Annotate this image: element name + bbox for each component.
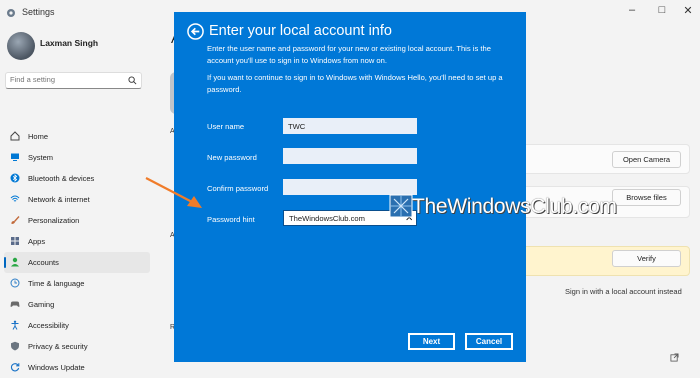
settings-window: Settings – □ ✕ Laxman Singh Home System Bl… <box>0 0 700 375</box>
sidebar-item-privacy-security[interactable]: Privacy & security <box>4 336 150 357</box>
gamepad-icon <box>10 301 20 307</box>
sidebar-item-network-internet[interactable]: Network & internet <box>4 189 150 210</box>
new-password-label: New password <box>207 153 257 162</box>
shield-icon <box>11 341 19 351</box>
bluetooth-icon <box>10 173 20 183</box>
sidebar-item-apps[interactable]: Apps <box>4 231 150 252</box>
sidebar-item-bluetooth-devices[interactable]: Bluetooth & devices <box>4 168 150 189</box>
sidebar-item-label: Personalization <box>28 216 80 225</box>
sidebar-item-label: Gaming <box>28 300 55 309</box>
window-title: Settings <box>22 7 55 17</box>
password-hint-label: Password hint <box>207 215 255 224</box>
verify-button[interactable]: Verify <box>612 250 681 267</box>
sidebar-item-personalization[interactable]: Personalization <box>4 210 150 231</box>
sidebar-item-label: System <box>28 153 54 162</box>
local-account-dialog: Enter your local account info Enter the … <box>174 12 526 362</box>
sidebar-item-gaming[interactable]: Gaming <box>4 294 150 315</box>
dialog-description: Enter the user name and password for you… <box>207 44 491 65</box>
search-icon[interactable] <box>128 76 137 85</box>
local-account-link[interactable]: Sign in with a local account instead <box>565 287 682 296</box>
selection-indicator <box>4 257 6 268</box>
next-button[interactable]: Next <box>408 333 455 350</box>
cancel-button[interactable]: Cancel <box>465 333 513 350</box>
watermark-logo-icon <box>389 194 413 218</box>
sidebar-item-label: Apps <box>28 237 46 246</box>
sidebar-item-label: Accessibility <box>28 321 69 330</box>
globe-clock-icon <box>10 278 20 288</box>
monitor-icon <box>11 153 19 161</box>
sidebar-item-accessibility[interactable]: Accessibility <box>4 315 150 336</box>
browse-files-button[interactable]: Browse files <box>612 189 681 206</box>
sidebar-item-label: Windows Update <box>28 363 85 372</box>
maximize-button[interactable]: □ <box>652 4 672 16</box>
username-label: User name <box>207 122 245 131</box>
sidebar-item-system[interactable]: System <box>4 147 150 168</box>
username-field[interactable] <box>283 118 417 134</box>
search-input[interactable] <box>10 75 120 84</box>
home-icon <box>10 131 20 141</box>
back-arrow-icon[interactable] <box>187 23 204 40</box>
dialog-hello-note: If you want to continue to sign in to Wi… <box>207 73 503 94</box>
sidebar-item-label: Bluetooth & devices <box>28 174 95 183</box>
wifi-icon <box>10 195 20 202</box>
nav-list: Home System Bluetooth & devices Network & i… <box>4 126 150 378</box>
avatar[interactable] <box>7 32 35 60</box>
watermark-text: TheWindowsClub.com <box>412 195 617 218</box>
open-camera-button[interactable]: Open Camera <box>612 151 681 168</box>
update-icon <box>10 363 20 372</box>
sidebar: Laxman Singh Home System Bluetooth & devic… <box>0 26 150 375</box>
search-box[interactable] <box>5 72 142 89</box>
close-button[interactable]: ✕ <box>678 4 698 17</box>
external-link-icon[interactable] <box>670 353 679 362</box>
apps-icon <box>11 237 19 245</box>
sidebar-item-label: Time & language <box>28 279 85 288</box>
dialog-title: Enter your local account info <box>209 23 392 39</box>
annotation-arrow-icon <box>145 177 202 208</box>
brush-icon <box>11 216 20 224</box>
minimize-button[interactable]: – <box>622 4 642 16</box>
sidebar-item-label: Accounts <box>28 258 59 267</box>
accessibility-icon <box>11 320 19 330</box>
user-name: Laxman Singh <box>40 38 99 48</box>
person-icon <box>11 257 19 267</box>
sidebar-item-label: Home <box>28 132 49 141</box>
sidebar-item-accounts[interactable]: Accounts <box>4 252 150 273</box>
confirm-password-label: Confirm password <box>207 184 269 193</box>
settings-app-icon <box>7 9 15 17</box>
sidebar-item-time-language[interactable]: Time & language <box>4 273 150 294</box>
sidebar-item-home[interactable]: Home <box>4 126 150 147</box>
sidebar-item-label: Network & internet <box>28 195 90 204</box>
new-password-field[interactable] <box>283 148 417 164</box>
sidebar-item-label: Privacy & security <box>28 342 88 351</box>
